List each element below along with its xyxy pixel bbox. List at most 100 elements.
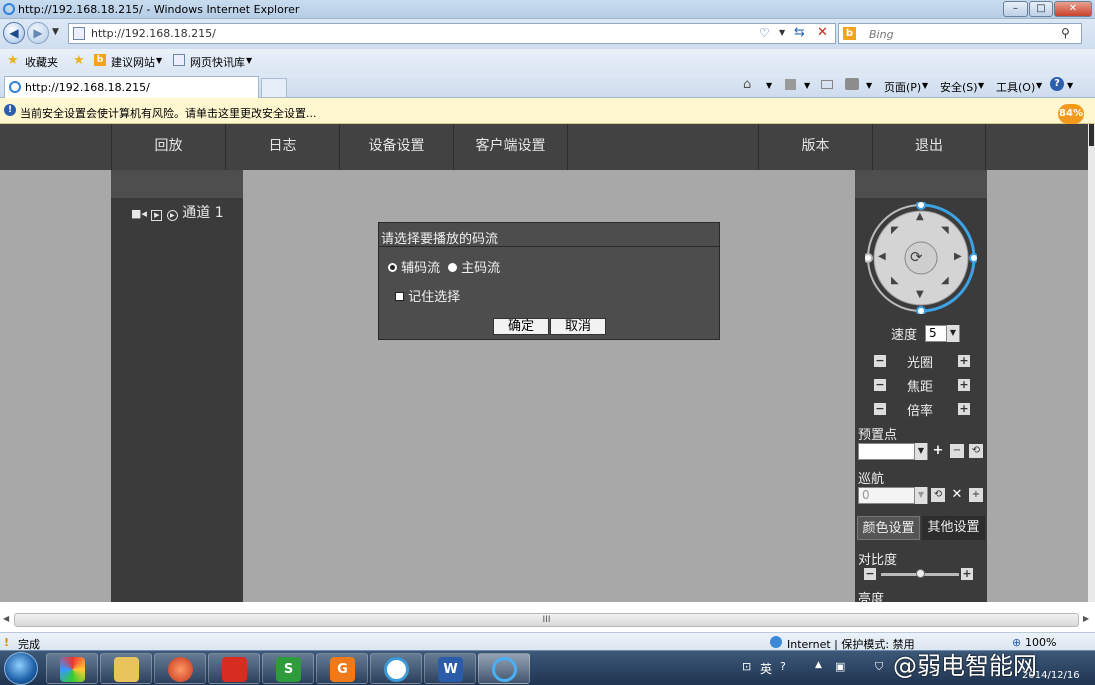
- maximize-button[interactable]: □: [1029, 1, 1053, 17]
- tray-shield-icon[interactable]: ⛉: [875, 660, 883, 674]
- stop-icon[interactable]: ✕: [817, 25, 828, 40]
- dropdown-icon[interactable]: ▼: [156, 56, 162, 65]
- new-tab-button[interactable]: [261, 78, 287, 98]
- play-circle-icon[interactable]: ▶: [166, 210, 178, 221]
- tray-expand-icon[interactable]: ▲: [815, 660, 822, 670]
- iris-minus-button[interactable]: −: [874, 355, 886, 367]
- security-info-bar[interactable]: ! 当前安全设置会使计算机有风险。请单击这里更改安全设置...: [0, 98, 1095, 124]
- ime-indicator[interactable]: 英: [760, 660, 772, 677]
- menu-item-device-settings[interactable]: 设备设置: [339, 124, 453, 170]
- radio-main-stream-dot[interactable]: [448, 263, 457, 272]
- forward-button[interactable]: ▶: [27, 22, 49, 44]
- ptz-up-right-arrow[interactable]: ◥: [941, 226, 949, 236]
- menu-item-playback[interactable]: 回放: [111, 124, 225, 170]
- dropdown-icon[interactable]: ▼: [1036, 81, 1042, 90]
- taskbar-app-firefox[interactable]: [154, 653, 206, 684]
- tray-network-icon[interactable]: ▣: [835, 660, 845, 673]
- favorites-button[interactable]: 收藏夹: [25, 54, 58, 70]
- dropdown-icon[interactable]: ▼: [978, 81, 984, 90]
- radio-sub-stream[interactable]: 辅码流: [388, 257, 440, 276]
- dropdown-icon[interactable]: ▼: [866, 81, 872, 90]
- tab-color-settings[interactable]: 颜色设置: [857, 516, 920, 540]
- contrast-plus-button[interactable]: +: [961, 568, 973, 580]
- address-field[interactable]: http://192.168.18.215/ ♡ ▼ ⇆ ✕: [68, 23, 836, 44]
- print-icon[interactable]: [845, 78, 859, 90]
- cruise-add-icon[interactable]: +: [969, 488, 983, 502]
- search-field[interactable]: b Bing ⚲: [838, 23, 1082, 44]
- play-box-icon[interactable]: ▶: [151, 210, 163, 221]
- preset-goto-icon[interactable]: ⟲: [969, 444, 983, 458]
- taskbar-app-pdf[interactable]: G: [316, 653, 368, 684]
- mail-icon[interactable]: [821, 80, 833, 89]
- zoom-minus-button[interactable]: −: [874, 403, 886, 415]
- ptz-auto-icon[interactable]: ⟳: [910, 248, 923, 266]
- preset-select[interactable]: ▼: [858, 443, 928, 460]
- taskbar-app-pinwheel[interactable]: [46, 653, 98, 684]
- close-button[interactable]: ✕: [1054, 1, 1092, 17]
- help-icon[interactable]: ?: [1050, 77, 1064, 91]
- cruise-select[interactable]: 0 ▼: [858, 487, 928, 504]
- remember-checkbox[interactable]: 记住选择: [395, 286, 460, 305]
- chevron-down-icon[interactable]: ▼: [914, 487, 927, 504]
- speed-select[interactable]: 5 ▼: [925, 325, 960, 342]
- remember-checkbox-box[interactable]: [395, 292, 404, 301]
- rss-feed-icon[interactable]: [785, 79, 796, 90]
- menu-item-client-settings[interactable]: 客户端设置: [453, 124, 567, 170]
- contrast-minus-button[interactable]: −: [864, 568, 876, 580]
- ptz-right-arrow[interactable]: ▶: [954, 252, 962, 262]
- tab-other-settings[interactable]: 其他设置: [922, 516, 985, 540]
- dropdown-icon[interactable]: ▼: [1067, 81, 1073, 90]
- back-button[interactable]: ◀: [3, 22, 25, 44]
- taskbar-app-writer[interactable]: W: [424, 653, 476, 684]
- focus-minus-button[interactable]: −: [874, 379, 886, 391]
- taskbar-app-263[interactable]: [208, 653, 260, 684]
- chevron-down-icon[interactable]: ▼: [946, 325, 959, 342]
- scroll-left-icon[interactable]: ◀: [3, 614, 9, 623]
- ok-button[interactable]: 确定: [493, 318, 549, 335]
- contrast-slider-thumb[interactable]: [916, 569, 925, 578]
- tab-current[interactable]: http://192.168.18.215/: [4, 76, 259, 98]
- start-button[interactable]: [4, 652, 38, 685]
- tools-menu[interactable]: 工具(O): [996, 79, 1035, 95]
- add-favorites-icon[interactable]: ★: [73, 53, 85, 68]
- minimize-button[interactable]: –: [1003, 1, 1028, 17]
- channel-item[interactable]: ■◂ ▶ ▶ 通道 1: [131, 202, 224, 222]
- preset-add-icon[interactable]: +: [931, 444, 945, 458]
- web-slice-gallery-link[interactable]: 网页快讯库: [190, 54, 245, 70]
- dropdown-icon[interactable]: ▼: [766, 81, 772, 90]
- compatibility-icon[interactable]: ♡: [759, 26, 770, 40]
- menu-item-version[interactable]: 版本: [758, 124, 872, 170]
- taskbar-app-ie[interactable]: [478, 653, 530, 684]
- zoom-plus-button[interactable]: +: [958, 403, 970, 415]
- horizontal-scrollbar[interactable]: III: [14, 613, 1079, 627]
- page-menu[interactable]: 页面(P): [884, 79, 921, 95]
- page-vertical-scrollbar[interactable]: [1088, 124, 1095, 602]
- scrollbar-thumb[interactable]: [1089, 124, 1094, 146]
- ptz-left-arrow[interactable]: ◀: [878, 252, 886, 262]
- taskbar-app-qq-player[interactable]: [370, 653, 422, 684]
- dropdown-icon[interactable]: ▼: [922, 81, 928, 90]
- taskbar-app-explorer[interactable]: [100, 653, 152, 684]
- dropdown-icon[interactable]: ▼: [804, 81, 810, 90]
- ptz-up-arrow[interactable]: ▲: [916, 212, 924, 222]
- safety-menu[interactable]: 安全(S): [940, 79, 978, 95]
- ptz-up-left-arrow[interactable]: ◤: [891, 226, 899, 236]
- ptz-down-arrow[interactable]: ▼: [916, 290, 924, 300]
- chevron-down-icon[interactable]: ▼: [914, 443, 927, 460]
- ptz-down-right-arrow[interactable]: ◢: [941, 276, 949, 286]
- menu-item-log[interactable]: 日志: [225, 124, 339, 170]
- radio-main-stream[interactable]: 主码流: [448, 257, 500, 276]
- cancel-button[interactable]: 取消: [550, 318, 606, 335]
- scroll-right-icon[interactable]: ▶: [1083, 614, 1089, 623]
- search-icon[interactable]: ⚲: [1061, 26, 1070, 40]
- menu-item-logout[interactable]: 退出: [872, 124, 986, 170]
- taskbar-app-spreadsheet[interactable]: S: [262, 653, 314, 684]
- address-dropdown-icon[interactable]: ▼: [779, 28, 785, 37]
- tray-help-icon[interactable]: ?: [780, 660, 786, 673]
- home-icon[interactable]: ⌂: [743, 77, 751, 92]
- cruise-run-icon[interactable]: ⟲: [931, 488, 945, 502]
- tray-keyboard-icon[interactable]: ⊡: [742, 660, 751, 673]
- suggested-sites-link[interactable]: 建议网站: [111, 54, 155, 70]
- iris-plus-button[interactable]: +: [958, 355, 970, 367]
- cruise-delete-icon[interactable]: ✕: [950, 488, 964, 502]
